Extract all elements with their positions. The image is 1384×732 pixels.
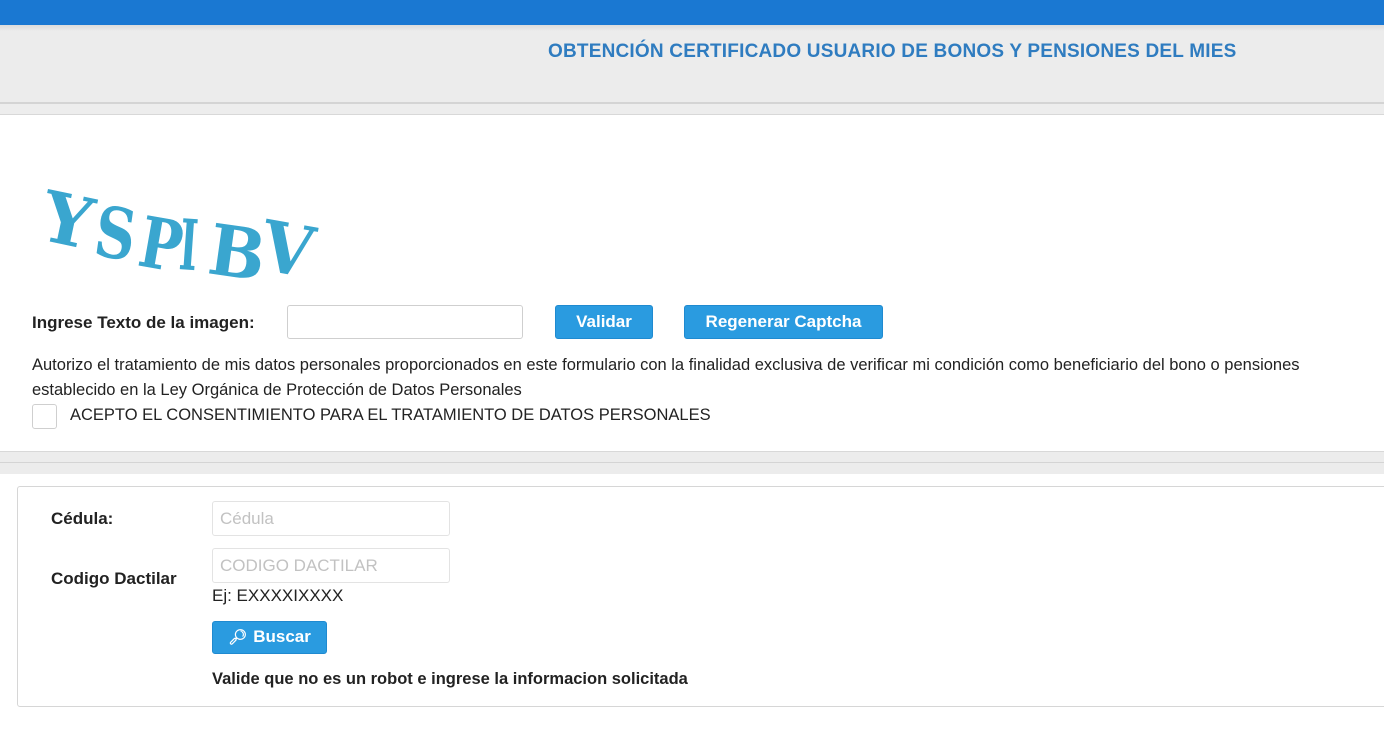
- search-button-label: Buscar: [253, 627, 311, 646]
- captcha-image: YSPI BV: [36, 177, 321, 283]
- consent-text-line2: establecido en la Ley Orgánica de Protec…: [32, 381, 522, 399]
- codigo-hint: Ej: EXXXXIXXXX: [212, 586, 344, 605]
- codigo-dactilar-input[interactable]: [212, 548, 450, 583]
- regenerate-captcha-button[interactable]: Regenerar Captcha: [684, 305, 883, 339]
- validate-button[interactable]: Validar: [555, 305, 653, 339]
- search-icon: 🔎︎: [228, 629, 248, 646]
- title-bar: [0, 25, 1384, 104]
- search-button[interactable]: 🔎︎ Buscar: [212, 621, 327, 654]
- robot-notice: Valide que no es un robot e ingrese la i…: [212, 670, 688, 688]
- consent-checkbox-label: ACEPTO EL CONSENTIMIENTO PARA EL TRATAMI…: [70, 406, 711, 424]
- divider-line: [0, 462, 1384, 463]
- consent-text: Autorizo el tratamiento de mis datos per…: [32, 356, 1300, 374]
- consent-checkbox[interactable]: [32, 404, 57, 429]
- captcha-input[interactable]: [287, 305, 523, 339]
- section-divider: [0, 104, 1384, 115]
- codigo-dactilar-label: Codigo Dactilar: [51, 569, 177, 588]
- cedula-input[interactable]: [212, 501, 450, 536]
- page-title: OBTENCIÓN CERTIFICADO USUARIO DE BONOS Y…: [548, 41, 1237, 62]
- captcha-letter: S: [90, 189, 142, 277]
- captcha-label: Ingrese Texto de la imagen:: [32, 313, 255, 332]
- cedula-label: Cédula:: [51, 509, 114, 528]
- section-divider-2: [0, 451, 1384, 474]
- top-bar: [0, 0, 1384, 25]
